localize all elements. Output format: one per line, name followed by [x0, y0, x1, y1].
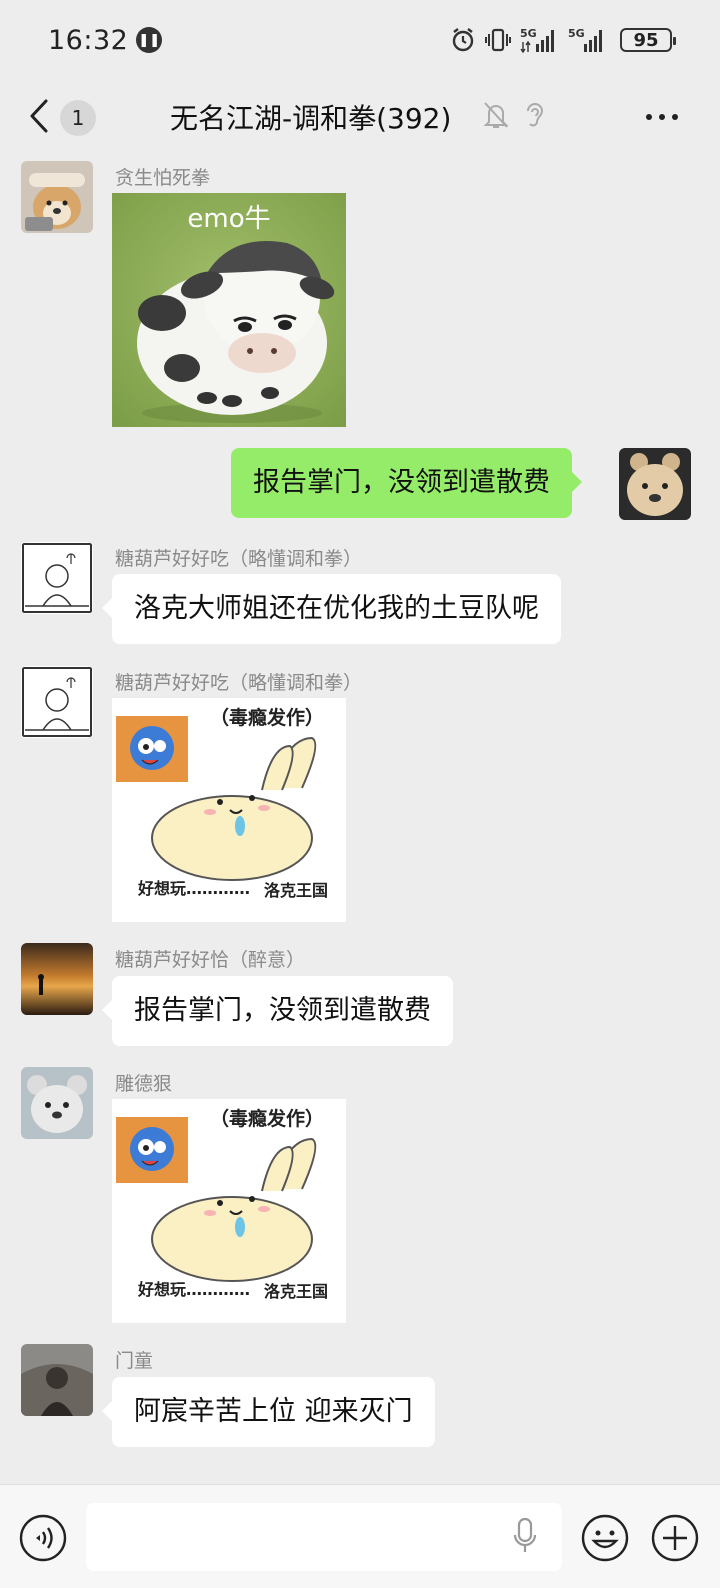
- chat-title: 无名江湖-调和拳(392): [170, 102, 452, 135]
- unread-badge: 1: [60, 100, 96, 136]
- avatar[interactable]: [21, 161, 93, 233]
- message-bubble[interactable]: 报告掌门，没领到遣散费: [102, 976, 453, 1046]
- more-icon: [646, 114, 678, 120]
- self-avatar[interactable]: [619, 448, 691, 520]
- avatar[interactable]: [21, 666, 93, 738]
- sticker-bottom-right: 洛克王国: [264, 881, 328, 900]
- chat-area[interactable]: 贪生怕死拳 emo牛 报告掌门，没领到遣散费 糖葫芦好好吃（略懂调和拳） 洛克大…: [0, 156, 720, 1484]
- avatar[interactable]: [21, 1344, 93, 1416]
- mic-button[interactable]: [512, 1517, 538, 1559]
- title-bar: 1 无名江湖-调和拳(392): [0, 80, 720, 156]
- voice-toggle-button[interactable]: [18, 1513, 68, 1567]
- svg-text:5G: 5G: [520, 27, 537, 40]
- sticker-bottom-left: 好想玩…………: [137, 879, 250, 898]
- smiley-icon: [581, 1514, 629, 1562]
- title-icons: [482, 100, 548, 134]
- vibrate-icon: [484, 27, 512, 53]
- status-bar: 16:32 ❚❚ 5G 5G 95: [0, 0, 720, 80]
- message-bubble[interactable]: 洛克大师姐还在优化我的土豆队呢: [102, 574, 561, 644]
- rabbit-sticker[interactable]: （毒瘾发作） 好想玩………… 洛克王国: [112, 1099, 346, 1323]
- avatar[interactable]: [21, 542, 93, 614]
- sticker-bottom-right: 洛克王国: [264, 1282, 328, 1301]
- back-button[interactable]: 1: [28, 98, 96, 138]
- chevron-left-icon: [28, 98, 50, 138]
- message-bubble[interactable]: 阿宸辛苦上位 迎来灭门: [102, 1377, 435, 1447]
- input-bar: [0, 1484, 720, 1588]
- sticker-bottom-left: 好想玩…………: [137, 1280, 250, 1299]
- voice-icon: [19, 1514, 67, 1562]
- signal-icon-2: 5G: [568, 26, 608, 54]
- sticker-top-text: （毒瘾发作）: [210, 706, 324, 729]
- battery-indicator: 95: [620, 28, 676, 52]
- avatar[interactable]: [21, 1067, 93, 1139]
- svg-text:5G: 5G: [568, 27, 585, 40]
- sender-name: 门童: [115, 1350, 154, 1372]
- message-input[interactable]: [86, 1503, 562, 1571]
- avatar[interactable]: [21, 943, 93, 1015]
- signal-icon-1: 5G: [520, 26, 560, 54]
- plus-icon: [651, 1514, 699, 1562]
- emoji-button[interactable]: [580, 1513, 630, 1567]
- more-functions-button[interactable]: [650, 1513, 700, 1567]
- microphone-icon: [513, 1517, 537, 1552]
- sender-name: 贪生怕死拳: [115, 167, 211, 189]
- sender-name: 雕德狠: [115, 1073, 173, 1095]
- sender-name: 糖葫芦好好吃（略懂调和拳）: [115, 548, 363, 570]
- ear-icon: [522, 100, 548, 134]
- sticker-caption: emo牛: [187, 204, 270, 234]
- sticker-top-text: （毒瘾发作）: [210, 1107, 324, 1130]
- emo-cow-sticker[interactable]: emo牛: [112, 193, 346, 427]
- sender-name: 糖葫芦好好吃（略懂调和拳）: [115, 672, 363, 694]
- mute-bell-icon: [482, 100, 510, 134]
- pause-icon: ❚❚: [136, 27, 163, 53]
- more-options-button[interactable]: [644, 102, 680, 136]
- clock: 16:32: [48, 24, 129, 56]
- rabbit-sticker[interactable]: （毒瘾发作） 好想玩………… 洛克王国: [112, 698, 346, 922]
- sender-name: 糖葫芦好好恰（醉意）: [115, 949, 306, 971]
- alarm-icon: [450, 27, 476, 53]
- status-right: 5G 5G 95: [450, 26, 676, 54]
- status-left: 16:32 ❚❚: [48, 24, 163, 56]
- message-bubble-self[interactable]: 报告掌门，没领到遣散费: [231, 448, 582, 518]
